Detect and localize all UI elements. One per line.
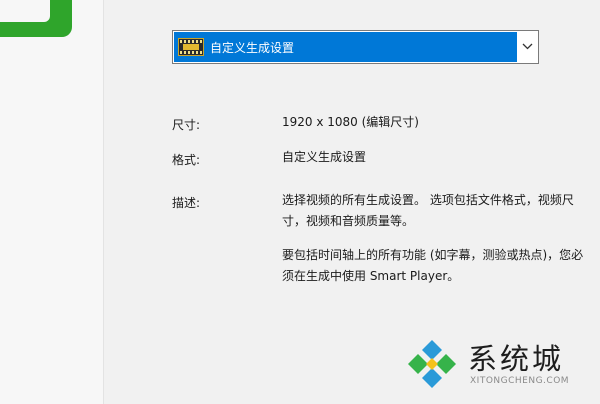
- format-value: 自定义生成设置: [282, 150, 367, 164]
- preset-dropdown[interactable]: 自定义生成设置: [172, 30, 539, 64]
- preset-dropdown-selected[interactable]: 自定义生成设置: [174, 32, 517, 62]
- green-tab: [0, 0, 72, 37]
- format-label: 格式:: [172, 153, 201, 167]
- size-label: 尺寸:: [172, 118, 201, 132]
- preset-dropdown-label: 自定义生成设置: [210, 40, 295, 55]
- description-paragraph: 要包括时间轴上的所有功能 (如字幕，测验或热点)，您必须在生成中使用 Smart…: [282, 248, 584, 283]
- watermark-subtitle: XITONGCHENG.COM: [470, 376, 570, 386]
- film-icon: [178, 38, 204, 56]
- watermark-title: 系统城: [468, 342, 565, 376]
- watermark: 系统城 XITONGCHENG.COM: [402, 330, 592, 396]
- description-text: 选择视频的所有生成设置。 选项包括文件格式，视频尺寸，视频和音频质量等。 要包括…: [282, 190, 592, 287]
- left-panel: [0, 0, 104, 404]
- description-paragraph: 选择视频的所有生成设置。 选项包括文件格式，视频尺寸，视频和音频质量等。: [282, 193, 574, 228]
- size-value: 1920 x 1080 (编辑尺寸): [282, 115, 419, 129]
- chevron-down-icon[interactable]: [520, 39, 534, 53]
- diamond-logo-icon: [408, 340, 456, 388]
- description-label: 描述:: [172, 196, 201, 210]
